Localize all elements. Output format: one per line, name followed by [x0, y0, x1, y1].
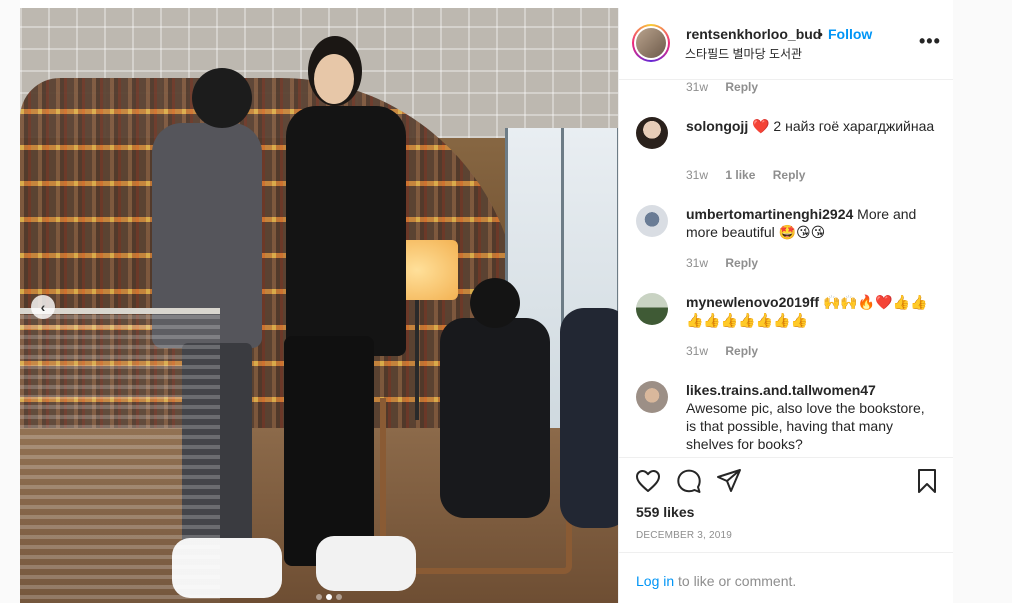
commenter-username[interactable]: mynewlenovo2019ff: [686, 294, 819, 310]
photo-person-tall: [256, 36, 416, 596]
person-b-legs: [284, 336, 374, 566]
carousel-dot: [336, 594, 342, 600]
comment-meta: 31w 1 like Reply: [686, 168, 819, 182]
reply-button[interactable]: Reply: [773, 168, 806, 182]
photo-glass-railing: [20, 308, 220, 603]
comment-body: solongojj ❤️ 2 найз гоё харагджийнаа: [686, 117, 936, 135]
page-margin-left: [0, 0, 20, 603]
post-photo[interactable]: [20, 8, 618, 603]
chevron-left-icon: ‹: [40, 299, 46, 315]
post-location[interactable]: 스타필드 별마당 도서관: [685, 45, 802, 62]
heart-emoji: ❤️: [752, 118, 770, 134]
commenter-username[interactable]: umbertomartinenghi2924: [686, 206, 853, 222]
carousel-dots: [316, 594, 342, 600]
reply-button[interactable]: Reply: [725, 344, 758, 358]
post-header: rentsenkhorloo_bud • Follow 스타필드 별마당 도서관…: [619, 8, 954, 80]
carousel-dot: [316, 594, 322, 600]
comment-time: 31w: [686, 256, 709, 270]
comment-meta: 31w Reply: [686, 80, 772, 94]
post-actions: 559 likes DECEMBER 3, 2019 Log in to lik…: [619, 457, 954, 604]
comment-time: 31w: [686, 80, 709, 94]
author-avatar[interactable]: [632, 24, 670, 62]
send-icon[interactable]: [716, 468, 742, 499]
commenter-avatar[interactable]: [636, 293, 668, 325]
follow-button[interactable]: Follow: [828, 26, 872, 42]
commenter-username[interactable]: likes.trains.and.tallwomen47: [686, 381, 936, 399]
person-b-body: [286, 106, 406, 356]
comment-time: 31w: [686, 168, 709, 182]
carousel-prev-button[interactable]: ‹: [31, 295, 55, 319]
comment-text: 2 найз гоё харагджийнаа: [769, 118, 935, 134]
comment-body: mynewlenovo2019ff 🙌🙌🔥❤️👍👍👍👍👍👍👍👍👍: [686, 293, 936, 329]
login-link[interactable]: Log in: [636, 573, 674, 589]
bookmark-icon[interactable]: [915, 468, 939, 499]
author-username[interactable]: rentsenkhorloo_bud: [686, 26, 821, 42]
bookmark-icon-svg: [918, 469, 936, 493]
avatar-ring-inner: [634, 26, 668, 60]
comment-meta: 31w Reply: [686, 256, 772, 270]
reader-head: [470, 278, 520, 328]
comment-time: 31w: [686, 344, 709, 358]
photo-seated-person: [560, 308, 618, 528]
reply-button[interactable]: Reply: [725, 256, 758, 270]
login-prompt: Log in to like or comment.: [619, 552, 954, 605]
person-a-head: [192, 68, 252, 128]
commenter-avatar[interactable]: [636, 117, 668, 149]
heart-icon-svg: [636, 470, 660, 492]
avatar-image: [636, 28, 666, 58]
comment-body: umbertomartinenghi2924 More and more bea…: [686, 205, 936, 241]
send-icon-svg: [717, 469, 741, 492]
like-count[interactable]: 559 likes: [636, 504, 694, 520]
heart-icon[interactable]: [635, 469, 661, 498]
page-margin-right: [953, 0, 1012, 603]
commenter-avatar[interactable]: [636, 381, 668, 413]
reader-body: [440, 318, 550, 518]
commenter-username[interactable]: solongojj: [686, 118, 748, 134]
login-prompt-text: to like or comment.: [678, 573, 797, 589]
post-date[interactable]: DECEMBER 3, 2019: [636, 530, 732, 541]
comment-icon[interactable]: [676, 468, 702, 499]
comment-text: Awesome pic, also love the bookstore, is…: [686, 400, 925, 452]
comment-icon-svg: [677, 469, 701, 493]
reply-button[interactable]: Reply: [725, 80, 758, 94]
person-b-shoe: [316, 536, 416, 591]
more-options-icon[interactable]: •••: [919, 31, 941, 52]
comment-like-count[interactable]: 1 like: [725, 168, 755, 182]
comment-body: likes.trains.and.tallwomen47 Awesome pic…: [686, 381, 936, 453]
header-separator: •: [818, 26, 823, 42]
carousel-dot-active: [326, 594, 332, 600]
comments-list[interactable]: 31w Reply solongojj ❤️ 2 найз гоё харагд…: [619, 80, 954, 458]
person-b-face: [314, 54, 354, 104]
comment-meta: 31w Reply: [686, 344, 772, 358]
photo-seated-reader: [400, 278, 550, 578]
commenter-avatar[interactable]: [636, 205, 668, 237]
post-side-panel: rentsenkhorloo_bud • Follow 스타필드 별마당 도서관…: [618, 8, 955, 603]
